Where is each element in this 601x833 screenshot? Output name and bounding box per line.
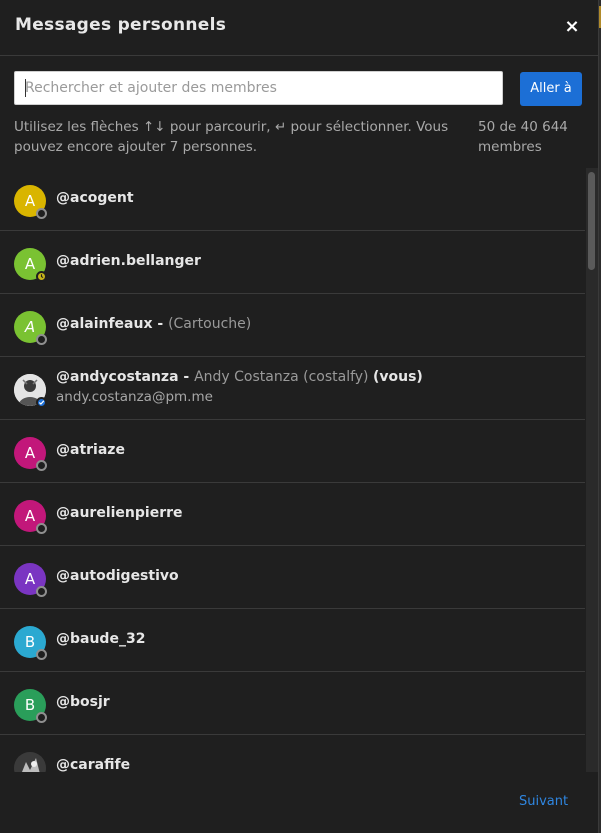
avatar-initial: A [24, 255, 36, 273]
member-username: @autodigestivo [56, 568, 179, 584]
member-name: @atriaze [56, 442, 125, 458]
search-input[interactable] [14, 71, 503, 105]
avatar-initial: A [24, 507, 36, 525]
offline-status-icon [36, 208, 47, 219]
member-row[interactable]: A @autodigestivo [0, 546, 585, 609]
offline-status-icon [36, 586, 47, 597]
member-nickname: Andy Costanza (costalfy) [194, 369, 369, 385]
member-row[interactable]: A @alainfeaux - (Cartouche) [0, 294, 585, 357]
member-username: @acogent [56, 190, 134, 206]
next-page-link[interactable]: Suivant [519, 794, 568, 809]
direct-messages-modal: Messages personnels × Aller à Utilisez l… [0, 0, 599, 833]
member-count: 50 de 40 644 membres [478, 119, 568, 155]
member-row[interactable]: A @acogent [0, 168, 585, 231]
avatar-initial: B [24, 696, 36, 714]
member-row[interactable]: A @atriaze [0, 420, 585, 483]
member-nickname: (Cartouche) [168, 316, 252, 332]
member-name: @alainfeaux - (Cartouche) [56, 316, 251, 332]
profile-photo-icon [14, 752, 46, 772]
member-name: @baude_32 [56, 631, 145, 647]
member-username: @adrien.bellanger [56, 253, 201, 269]
text-caret [25, 79, 26, 97]
avatar-initial: A [24, 192, 36, 210]
member-name: @autodigestivo [56, 568, 179, 584]
member-list: A @acogent A @adrien.bellanger A @alainf… [0, 168, 586, 772]
member-row[interactable]: @carafife [0, 735, 585, 772]
avatar-initial: A [24, 444, 36, 462]
offline-status-icon [36, 460, 47, 471]
help-text: Utilisez les flèches ↑↓ pour parcourir, … [14, 119, 449, 155]
member-row[interactable]: A @adrien.bellanger [0, 231, 585, 294]
scrollbar-thumb[interactable] [588, 172, 595, 270]
offline-status-icon [36, 523, 47, 534]
member-email: andy.costanza@pm.me [56, 389, 213, 405]
member-row[interactable]: A @aurelienpierre [0, 483, 585, 546]
avatar-initial: A [24, 318, 36, 336]
you-label: (vous) [372, 369, 423, 385]
name-separator: - [178, 369, 195, 385]
member-name: @carafife [56, 757, 130, 772]
member-username: @baude_32 [56, 631, 146, 647]
avatar-initial: A [24, 570, 36, 588]
member-username: @aurelienpierre [56, 505, 183, 521]
member-name: @acogent [56, 190, 134, 206]
offline-status-icon [36, 649, 47, 660]
member-row[interactable]: @andycostanza - Andy Costanza (costalfy)… [0, 357, 585, 420]
away-clock-icon [36, 271, 47, 282]
member-name: @andycostanza - Andy Costanza (costalfy)… [56, 369, 423, 385]
offline-status-icon [36, 712, 47, 723]
member-row[interactable]: B @bosjr [0, 672, 585, 735]
member-username: @alainfeaux [56, 316, 153, 332]
member-username: @atriaze [56, 442, 125, 458]
close-icon[interactable]: × [563, 17, 581, 37]
member-name: @aurelienpierre [56, 505, 183, 521]
member-username: @carafife [56, 757, 131, 772]
modal-title: Messages personnels [15, 15, 227, 35]
name-separator: - [152, 316, 169, 332]
member-row[interactable]: B @baude_32 [0, 609, 585, 672]
modal-header: Messages personnels × [0, 0, 598, 56]
member-name: @adrien.bellanger [56, 253, 201, 269]
member-name: @bosjr [56, 694, 110, 710]
member-username: @andycostanza [56, 369, 179, 385]
offline-status-icon [36, 334, 47, 345]
member-username: @bosjr [56, 694, 110, 710]
avatar-initial: B [24, 633, 36, 651]
avatar [14, 752, 46, 772]
verified-check-icon [36, 397, 47, 408]
go-button[interactable]: Aller à [520, 72, 582, 106]
